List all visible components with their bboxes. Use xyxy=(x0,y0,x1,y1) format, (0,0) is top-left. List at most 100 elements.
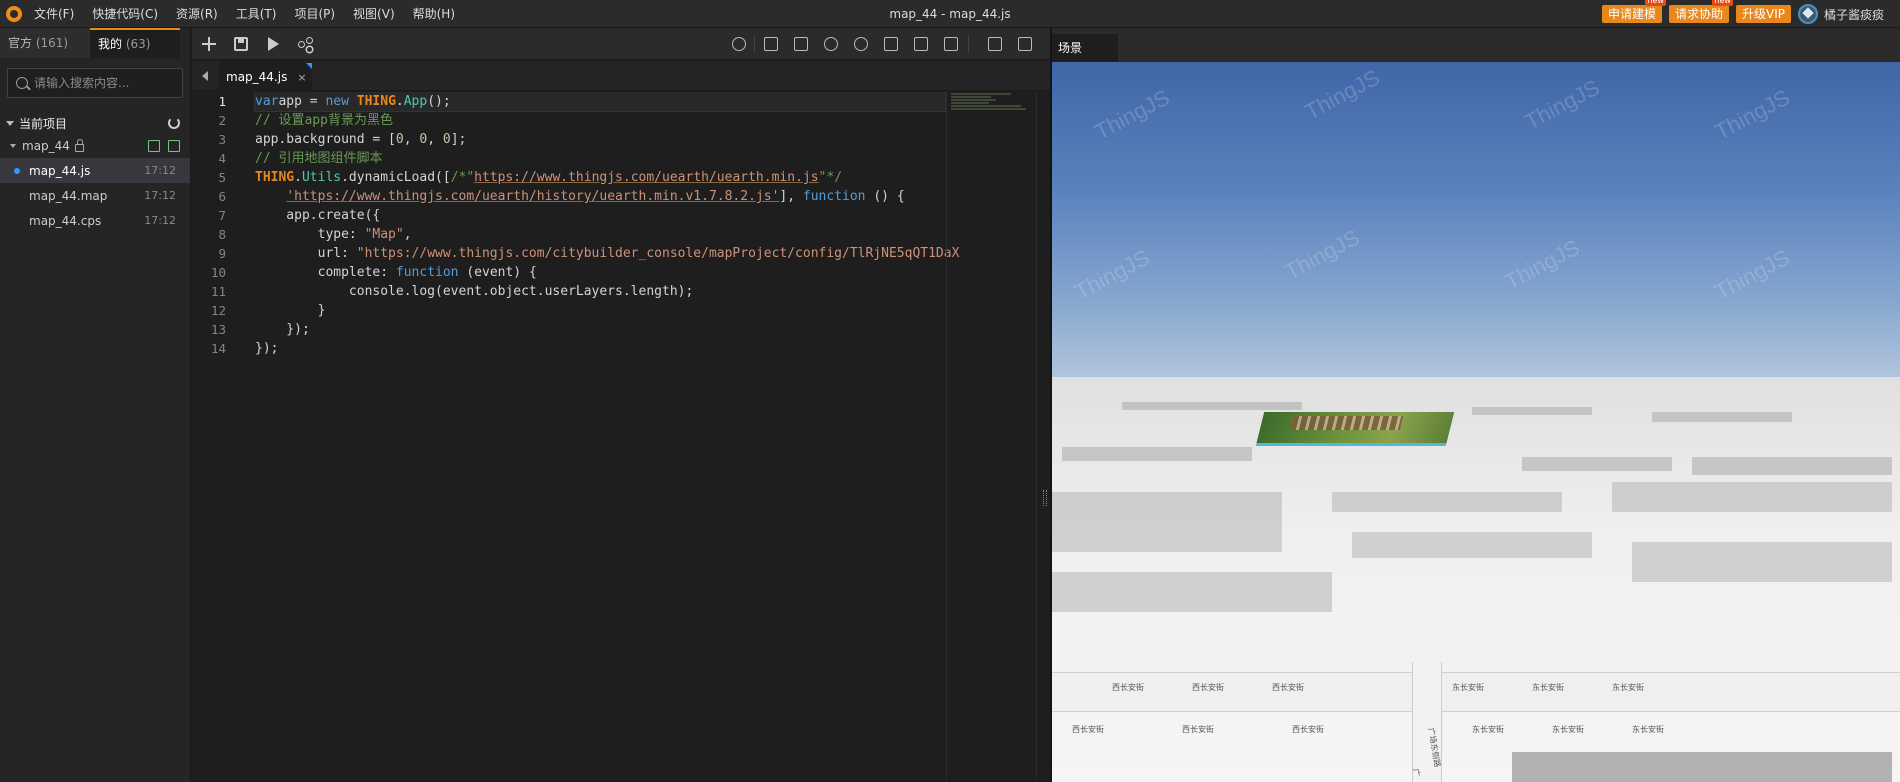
code-line[interactable]: // 引用地图组件脚本 xyxy=(255,149,945,168)
share-icon[interactable] xyxy=(298,37,313,51)
code-line[interactable]: }); xyxy=(255,339,945,358)
menu-project[interactable]: 项目(P) xyxy=(294,0,345,28)
image-icon[interactable] xyxy=(914,37,928,51)
plus-icon[interactable] xyxy=(202,37,216,51)
code-token: /*" xyxy=(450,170,475,185)
line-number: 8 xyxy=(218,227,226,242)
code-token: }); xyxy=(255,322,310,337)
chart-icon[interactable] xyxy=(854,37,868,51)
code-token: function xyxy=(395,265,459,280)
app-logo-icon xyxy=(6,6,22,22)
tab-scroll-left-icon[interactable] xyxy=(202,71,208,81)
request-help-button[interactable]: 请求协助 new xyxy=(1668,0,1733,23)
current-project-header[interactable]: 当前项目 xyxy=(0,112,190,134)
globe-icon[interactable] xyxy=(824,37,838,51)
sidebar-tabs: 官方 (161) 我的 (63) xyxy=(0,28,190,58)
minimap-line xyxy=(951,96,991,98)
tab-scene[interactable]: 场景 xyxy=(1052,34,1118,62)
watermark: ThingJS xyxy=(1070,244,1154,305)
code-token: new xyxy=(325,94,349,109)
code-line[interactable]: } xyxy=(255,301,945,320)
code-line[interactable]: app.background = [0, 0, 0]; xyxy=(255,130,945,149)
save-icon[interactable] xyxy=(234,37,248,51)
project-folder-name: map_44 xyxy=(22,139,70,153)
file-item[interactable]: map_44.cps 17:12 xyxy=(0,208,190,233)
picture-icon[interactable] xyxy=(944,37,958,51)
street-label: 西长安街 xyxy=(1182,725,1214,734)
code-lines[interactable]: varapp = new THING.App();// 设置app背景为黑色 ap… xyxy=(254,92,960,358)
code-token: app = xyxy=(278,94,326,109)
chevron-down-icon xyxy=(6,120,14,126)
upgrade-vip-button[interactable]: 升级VIP xyxy=(1735,5,1791,23)
model-icon[interactable] xyxy=(764,37,778,51)
drag-handle-icon[interactable] xyxy=(1043,490,1047,506)
code-line[interactable]: app.create({ xyxy=(255,206,945,225)
code-token: // 设置app背景为黑色 xyxy=(255,113,393,128)
editor-tab-bar: map_44.js × xyxy=(192,61,1050,91)
building-icon[interactable] xyxy=(794,37,808,51)
minimap[interactable] xyxy=(946,92,1036,782)
file-item[interactable]: map_44.js 17:12 xyxy=(0,158,190,183)
tab-mine[interactable]: 我的 (63) xyxy=(90,28,180,58)
code-line[interactable]: 'https://www.thingjs.com/uearth/history/… xyxy=(255,187,945,206)
code-line[interactable]: THING.Utils.dynamicLoad([/*"https://www.… xyxy=(255,168,945,187)
menu-quick-code[interactable]: 快捷代码(C) xyxy=(92,0,168,28)
code-line[interactable]: console.log(event.object.userLayers.leng… xyxy=(255,282,945,301)
menu-resources[interactable]: 资源(R) xyxy=(176,0,228,28)
menu-help[interactable]: 帮助(H) xyxy=(413,0,465,28)
street-label: 西长安街 xyxy=(1072,725,1104,734)
code-token: "Map" xyxy=(364,227,404,242)
project-folder[interactable]: map_44 xyxy=(0,134,190,158)
menu-view[interactable]: 视图(V) xyxy=(353,0,405,28)
code-token: Utils xyxy=(301,170,342,185)
code-line[interactable]: varapp = new THING.App(); xyxy=(254,92,946,112)
panel-icon[interactable] xyxy=(884,37,898,51)
code-line[interactable]: url: "https://www.thingjs.com/citybuilde… xyxy=(255,244,960,263)
run-icon[interactable] xyxy=(268,37,279,51)
editor-scrollbar[interactable] xyxy=(1036,92,1050,782)
upload-icon[interactable] xyxy=(168,140,180,152)
code-token: ], xyxy=(779,189,803,204)
code-line[interactable]: // 设置app背景为黑色 xyxy=(255,111,945,130)
code-token: 0 xyxy=(395,132,404,147)
code-line[interactable]: }); xyxy=(255,320,945,339)
search-icon xyxy=(16,77,28,89)
refresh-icon[interactable] xyxy=(168,117,180,129)
city-block xyxy=(1522,457,1672,471)
watermark: ThingJS xyxy=(1710,244,1794,305)
minimap-line xyxy=(951,99,996,101)
ui-toggle-icon[interactable] xyxy=(732,37,746,51)
file-item[interactable]: map_44.map 17:12 xyxy=(0,183,190,208)
code-line[interactable]: type: "Map", xyxy=(255,225,945,244)
city-block xyxy=(1052,572,1332,612)
new-badge: new xyxy=(1712,0,1733,6)
tab-official[interactable]: 官方 (161) xyxy=(0,28,90,58)
notes-icon[interactable] xyxy=(988,37,1002,51)
city-block xyxy=(1512,752,1892,782)
search-input[interactable] xyxy=(34,76,174,90)
scene-3d-view[interactable]: ThingJS ThingJS ThingJS ThingJS ThingJS Thing… xyxy=(1052,62,1900,782)
code-editor[interactable]: 1 2 3 4 5 6 7 8 9 10 11 12 13 14 varapp … xyxy=(192,92,1050,782)
user-name[interactable]: 橘子酱痰痰 xyxy=(1824,6,1884,23)
code-token: } xyxy=(255,303,326,318)
upgrade-vip-label: 升级VIP xyxy=(1741,7,1785,21)
request-modeling-button[interactable]: 申请建模 new xyxy=(1601,0,1666,23)
city-block xyxy=(1612,482,1892,512)
settings-sliders-icon[interactable] xyxy=(1018,37,1032,51)
new-file-icon[interactable] xyxy=(148,140,160,152)
menu-tools[interactable]: 工具(T) xyxy=(236,0,287,28)
close-icon[interactable]: × xyxy=(297,71,306,84)
minimap-line xyxy=(951,105,1021,107)
avatar[interactable] xyxy=(1797,4,1818,24)
code-token: function xyxy=(802,189,866,204)
toolbar-separator xyxy=(754,36,755,52)
code-token: (); xyxy=(427,94,451,109)
code-line[interactable]: complete: function (event) { xyxy=(255,263,945,282)
request-help-label: 请求协助 xyxy=(1674,7,1723,21)
street-label: 东长安街 xyxy=(1472,725,1504,734)
code-token: ]; xyxy=(450,132,467,147)
line-number: 14 xyxy=(210,341,226,356)
menu-file[interactable]: 文件(F) xyxy=(34,0,84,28)
lock-icon xyxy=(74,138,84,152)
tab-map-44-js[interactable]: map_44.js × xyxy=(218,61,312,91)
